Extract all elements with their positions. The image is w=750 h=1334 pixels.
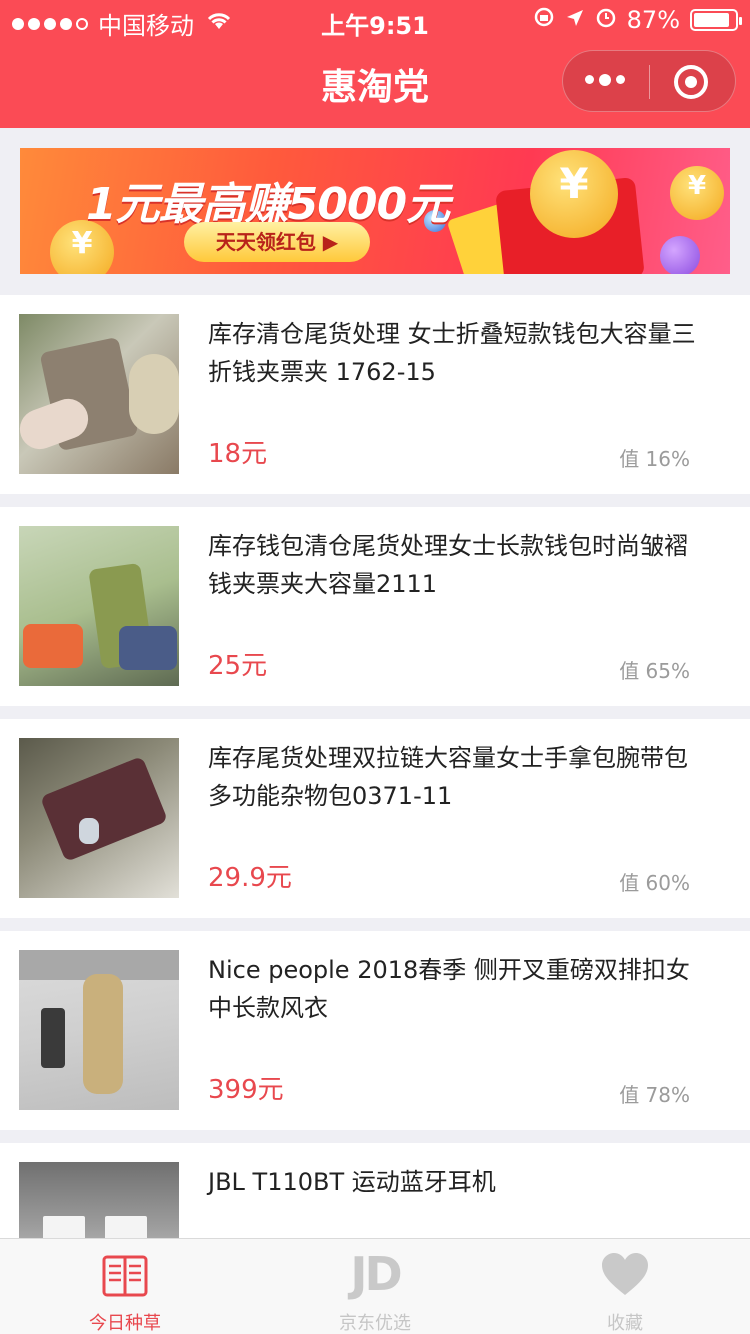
close-miniapp-icon[interactable]	[674, 65, 708, 99]
product-title: JBL T110BT 运动蓝牙耳机	[208, 1168, 496, 1196]
alarm-icon	[595, 6, 617, 34]
tab-favorites[interactable]: 收藏	[500, 1239, 750, 1334]
product-price: 399元	[208, 1075, 284, 1105]
tab-label: 京东优选	[339, 1313, 411, 1334]
product-image	[19, 526, 179, 686]
more-icon[interactable]	[585, 74, 625, 86]
product-item[interactable]: 库存钱包清仓尾货处理女士长款钱包时尚皱褶钱夹票夹大容量2111 25元 值 65…	[0, 507, 750, 706]
product-price: 18元	[208, 439, 268, 469]
tab-bar: 今日种草 JD 京东优选 收藏	[0, 1238, 750, 1334]
product-image	[19, 314, 179, 474]
battery-percent: 87%	[626, 6, 680, 34]
product-title: Nice people 2018春季 侧开叉重磅双排扣女中长款风衣	[208, 956, 690, 1022]
coin-icon	[530, 150, 618, 238]
product-title: 库存清仓尾货处理 女士折叠短款钱包大容量三折钱夹票夹 1762-15	[208, 320, 696, 386]
product-score: 值 78%	[619, 1083, 690, 1107]
status-bar: 中国移动 上午9:51 87%	[0, 0, 750, 40]
battery-fill	[694, 13, 729, 27]
capsule-divider	[649, 65, 650, 99]
battery-icon	[690, 9, 742, 31]
app-page: 中国移动 上午9:51 87% 惠淘党 ¥ ¥ ¥ 1元最高赚5000元 天天领…	[0, 0, 750, 1334]
jd-icon: JD	[350, 1247, 402, 1301]
product-price: 29.9元	[208, 863, 292, 893]
banner-button[interactable]: 天天领红包 ▶	[184, 222, 370, 262]
product-title: 库存钱包清仓尾货处理女士长款钱包时尚皱褶钱夹票夹大容量2111	[208, 532, 688, 598]
book-icon	[100, 1251, 150, 1301]
miniapp-capsule	[562, 50, 736, 112]
product-item[interactable]: Nice people 2018春季 侧开叉重磅双排扣女中长款风衣 399元 值…	[0, 931, 750, 1130]
location-icon	[565, 6, 585, 34]
product-score: 值 16%	[619, 447, 690, 471]
product-item[interactable]: 库存清仓尾货处理 女士折叠短款钱包大容量三折钱夹票夹 1762-15 18元 值…	[0, 295, 750, 494]
product-title: 库存尾货处理双拉链大容量女士手拿包腕带包多功能杂物包0371-11	[208, 744, 688, 810]
coin-icon	[670, 166, 724, 220]
tab-today[interactable]: 今日种草	[0, 1239, 250, 1334]
promo-banner[interactable]: 1元最高赚5000元 天天领红包 ▶	[20, 148, 730, 274]
nav-bar: 惠淘党	[0, 40, 750, 128]
product-score: 值 65%	[619, 659, 690, 683]
product-image	[19, 738, 179, 898]
product-score: 值 60%	[619, 871, 690, 895]
heart-icon	[600, 1251, 650, 1301]
product-image	[19, 950, 179, 1110]
tab-label: 收藏	[607, 1313, 643, 1334]
status-right: 87%	[533, 6, 742, 34]
product-list: 库存清仓尾货处理 女士折叠短款钱包大容量三折钱夹票夹 1762-15 18元 值…	[0, 295, 750, 1334]
tab-jd[interactable]: JD 京东优选	[250, 1239, 500, 1334]
ball-graphic	[660, 236, 700, 274]
tab-label: 今日种草	[89, 1313, 161, 1334]
product-item[interactable]: 库存尾货处理双拉链大容量女士手拿包腕带包多功能杂物包0371-11 29.9元 …	[0, 719, 750, 918]
product-price: 25元	[208, 651, 268, 681]
rotation-lock-icon	[533, 6, 555, 34]
